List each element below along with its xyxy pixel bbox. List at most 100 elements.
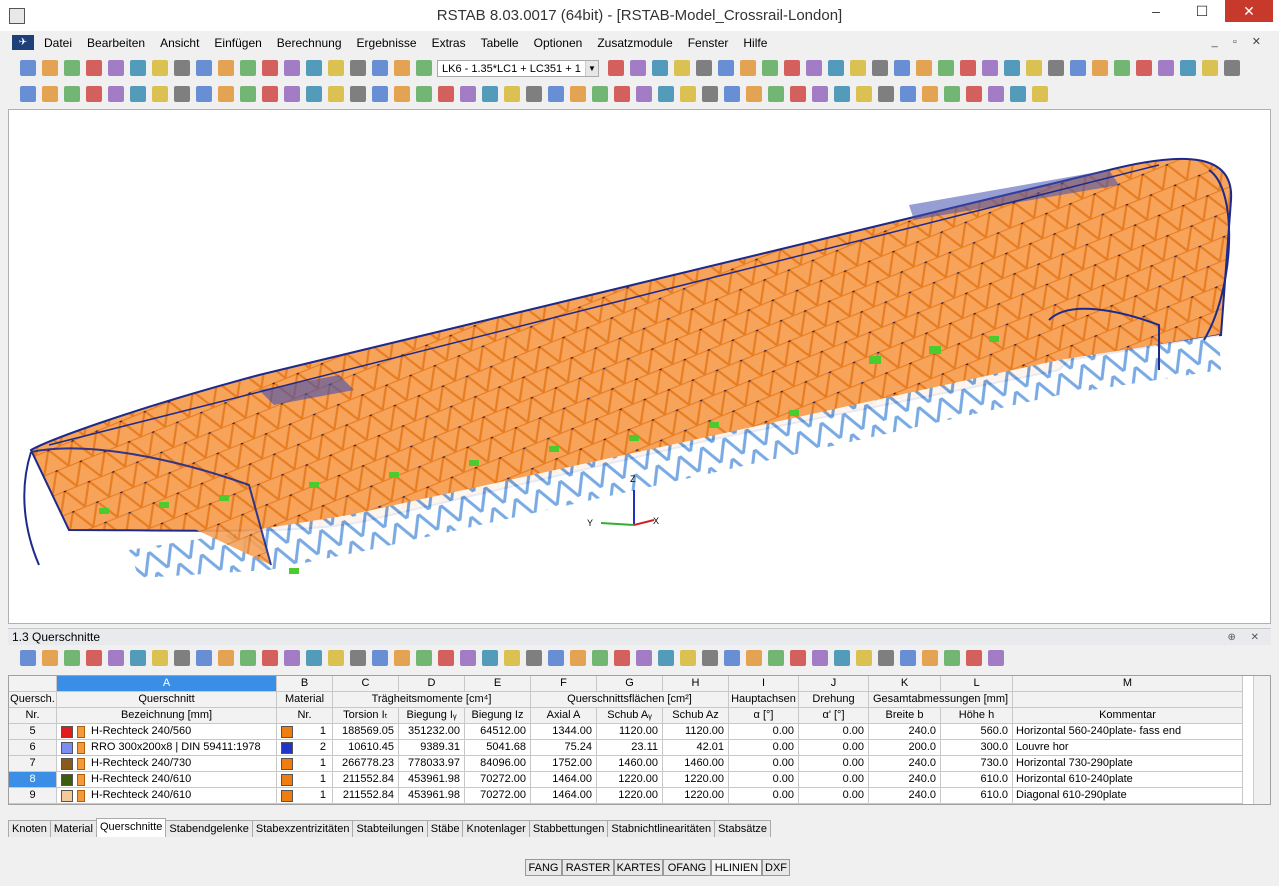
toolbar-tool-icon[interactable]	[416, 60, 432, 76]
toolbar-tool-icon[interactable]	[262, 60, 278, 76]
toolbar-tool-icon[interactable]	[878, 650, 894, 666]
toolbar-tool-icon[interactable]	[372, 650, 388, 666]
status-raster[interactable]: RASTER	[562, 859, 614, 876]
tab-stabendgelenke[interactable]: Stabendgelenke	[165, 820, 253, 837]
toolbar-tool-icon[interactable]	[64, 60, 80, 76]
tab-querschnitte[interactable]: Querschnitte	[96, 818, 167, 837]
toolbar-tool-icon[interactable]	[746, 86, 762, 102]
table-cell[interactable]: 1220.00	[597, 788, 663, 804]
toolbar-tool-icon[interactable]	[284, 60, 300, 76]
toolbar-tool-icon[interactable]	[702, 86, 718, 102]
menu-item-tabelle[interactable]: Tabelle	[481, 36, 519, 50]
toolbar-tool-icon[interactable]	[218, 86, 234, 102]
table-cell-name[interactable]: H-Rechteck 240/730	[57, 756, 277, 772]
toolbar-tool-icon[interactable]	[262, 650, 278, 666]
tab-stabsätze[interactable]: Stabsätze	[714, 820, 771, 837]
toolbar-tool-icon[interactable]	[1004, 60, 1020, 76]
toolbar-tool-icon[interactable]	[438, 650, 454, 666]
menu-item-einfügen[interactable]: Einfügen	[214, 36, 261, 50]
toolbar-tool-icon[interactable]	[20, 86, 36, 102]
toolbar-tool-icon[interactable]	[988, 86, 1004, 102]
toolbar-tool-icon[interactable]	[1032, 86, 1048, 102]
status-dxf[interactable]: DXF	[762, 859, 790, 876]
toolbar-tool-icon[interactable]	[702, 650, 718, 666]
toolbar-tool-icon[interactable]	[724, 86, 740, 102]
toolbar-tool-icon[interactable]	[372, 86, 388, 102]
table-cell[interactable]: 351232.00	[399, 724, 465, 740]
table-cell-name[interactable]: H-Rechteck 240/610	[57, 788, 277, 804]
table-cell[interactable]: 1220.00	[663, 788, 729, 804]
table-cell-material[interactable]: 1	[277, 756, 333, 772]
toolbar-tool-icon[interactable]	[658, 86, 674, 102]
toolbar-tool-icon[interactable]	[608, 60, 624, 76]
toolbar-tool-icon[interactable]	[328, 650, 344, 666]
table-cell[interactable]: 778033.97	[399, 756, 465, 772]
toolbar-tool-icon[interactable]	[130, 650, 146, 666]
table-cell[interactable]: 240.0	[869, 724, 941, 740]
toolbar-tool-icon[interactable]	[240, 60, 256, 76]
table-cell[interactable]: 0.00	[729, 740, 799, 756]
tab-stabteilungen[interactable]: Stabteilungen	[352, 820, 428, 837]
toolbar-tool-icon[interactable]	[658, 650, 674, 666]
toolbar-tool-icon[interactable]	[614, 86, 630, 102]
toolbar-tool-icon[interactable]	[284, 650, 300, 666]
toolbar-tool-icon[interactable]	[592, 86, 608, 102]
toolbar-tool-icon[interactable]	[630, 60, 646, 76]
toolbar-tool-icon[interactable]	[790, 86, 806, 102]
toolbar-tool-icon[interactable]	[652, 60, 668, 76]
toolbar-tool-icon[interactable]	[20, 650, 36, 666]
toolbar-tool-icon[interactable]	[894, 60, 910, 76]
toolbar-tool-icon[interactable]	[460, 650, 476, 666]
chevron-down-icon[interactable]: ▼	[585, 61, 598, 76]
menu-item-optionen[interactable]: Optionen	[534, 36, 583, 50]
table-cell[interactable]: 0.00	[799, 740, 869, 756]
toolbar-tool-icon[interactable]	[174, 650, 190, 666]
table-cell[interactable]: 23.11	[597, 740, 663, 756]
status-hlinien[interactable]: HLINIEN	[711, 859, 762, 876]
toolbar-tool-icon[interactable]	[350, 60, 366, 76]
table-cell[interactable]: 1464.00	[531, 788, 597, 804]
table-cell[interactable]: 200.0	[869, 740, 941, 756]
table-cell[interactable]: 188569.05	[333, 724, 399, 740]
toolbar-tool-icon[interactable]	[328, 86, 344, 102]
row-number[interactable]: 7	[9, 756, 57, 772]
toolbar-tool-icon[interactable]	[834, 86, 850, 102]
table-cell[interactable]: 1344.00	[531, 724, 597, 740]
toolbar-tool-icon[interactable]	[438, 86, 454, 102]
table-cell[interactable]: 75.24	[531, 740, 597, 756]
toolbar-tool-icon[interactable]	[460, 86, 476, 102]
row-number[interactable]: 9	[9, 788, 57, 804]
table-cell-comment[interactable]: Horizontal 560-240plate- fass end	[1013, 724, 1243, 740]
toolbar-tool-icon[interactable]	[674, 60, 690, 76]
tab-knotenlager[interactable]: Knotenlager	[462, 820, 530, 837]
toolbar-tool-icon[interactable]	[828, 60, 844, 76]
toolbar-tool-icon[interactable]	[196, 650, 212, 666]
toolbar-tool-icon[interactable]	[592, 650, 608, 666]
toolbar-tool-icon[interactable]	[856, 650, 872, 666]
toolbar-tool-icon[interactable]	[372, 60, 388, 76]
load-case-select[interactable]: LK6 - 1.35*LC1 + LC351 + 1 ▼	[437, 60, 599, 77]
status-ofang[interactable]: OFANG	[663, 859, 711, 876]
table-cell[interactable]: 0.00	[799, 788, 869, 804]
toolbar-tool-icon[interactable]	[1136, 60, 1152, 76]
table-cell[interactable]: 70272.00	[465, 772, 531, 788]
toolbar-tool-icon[interactable]	[1092, 60, 1108, 76]
toolbar-tool-icon[interactable]	[504, 650, 520, 666]
toolbar-tool-icon[interactable]	[636, 86, 652, 102]
toolbar-tool-icon[interactable]	[416, 650, 432, 666]
toolbar-tool-icon[interactable]	[108, 60, 124, 76]
table-cell-name[interactable]: RRO 300x200x8 | DIN 59411:1978	[57, 740, 277, 756]
toolbar-tool-icon[interactable]	[614, 650, 630, 666]
toolbar-tool-icon[interactable]	[174, 60, 190, 76]
table-cell[interactable]: 240.0	[869, 756, 941, 772]
toolbar-tool-icon[interactable]	[328, 60, 344, 76]
row-number[interactable]: 8	[9, 772, 57, 788]
toolbar-tool-icon[interactable]	[394, 86, 410, 102]
table-cell[interactable]: 0.00	[729, 772, 799, 788]
toolbar-tool-icon[interactable]	[570, 650, 586, 666]
toolbar-tool-icon[interactable]	[680, 650, 696, 666]
toolbar-tool-icon[interactable]	[526, 650, 542, 666]
table-cell[interactable]: 240.0	[869, 788, 941, 804]
toolbar-tool-icon[interactable]	[526, 86, 542, 102]
table-cell[interactable]: 1460.00	[663, 756, 729, 772]
